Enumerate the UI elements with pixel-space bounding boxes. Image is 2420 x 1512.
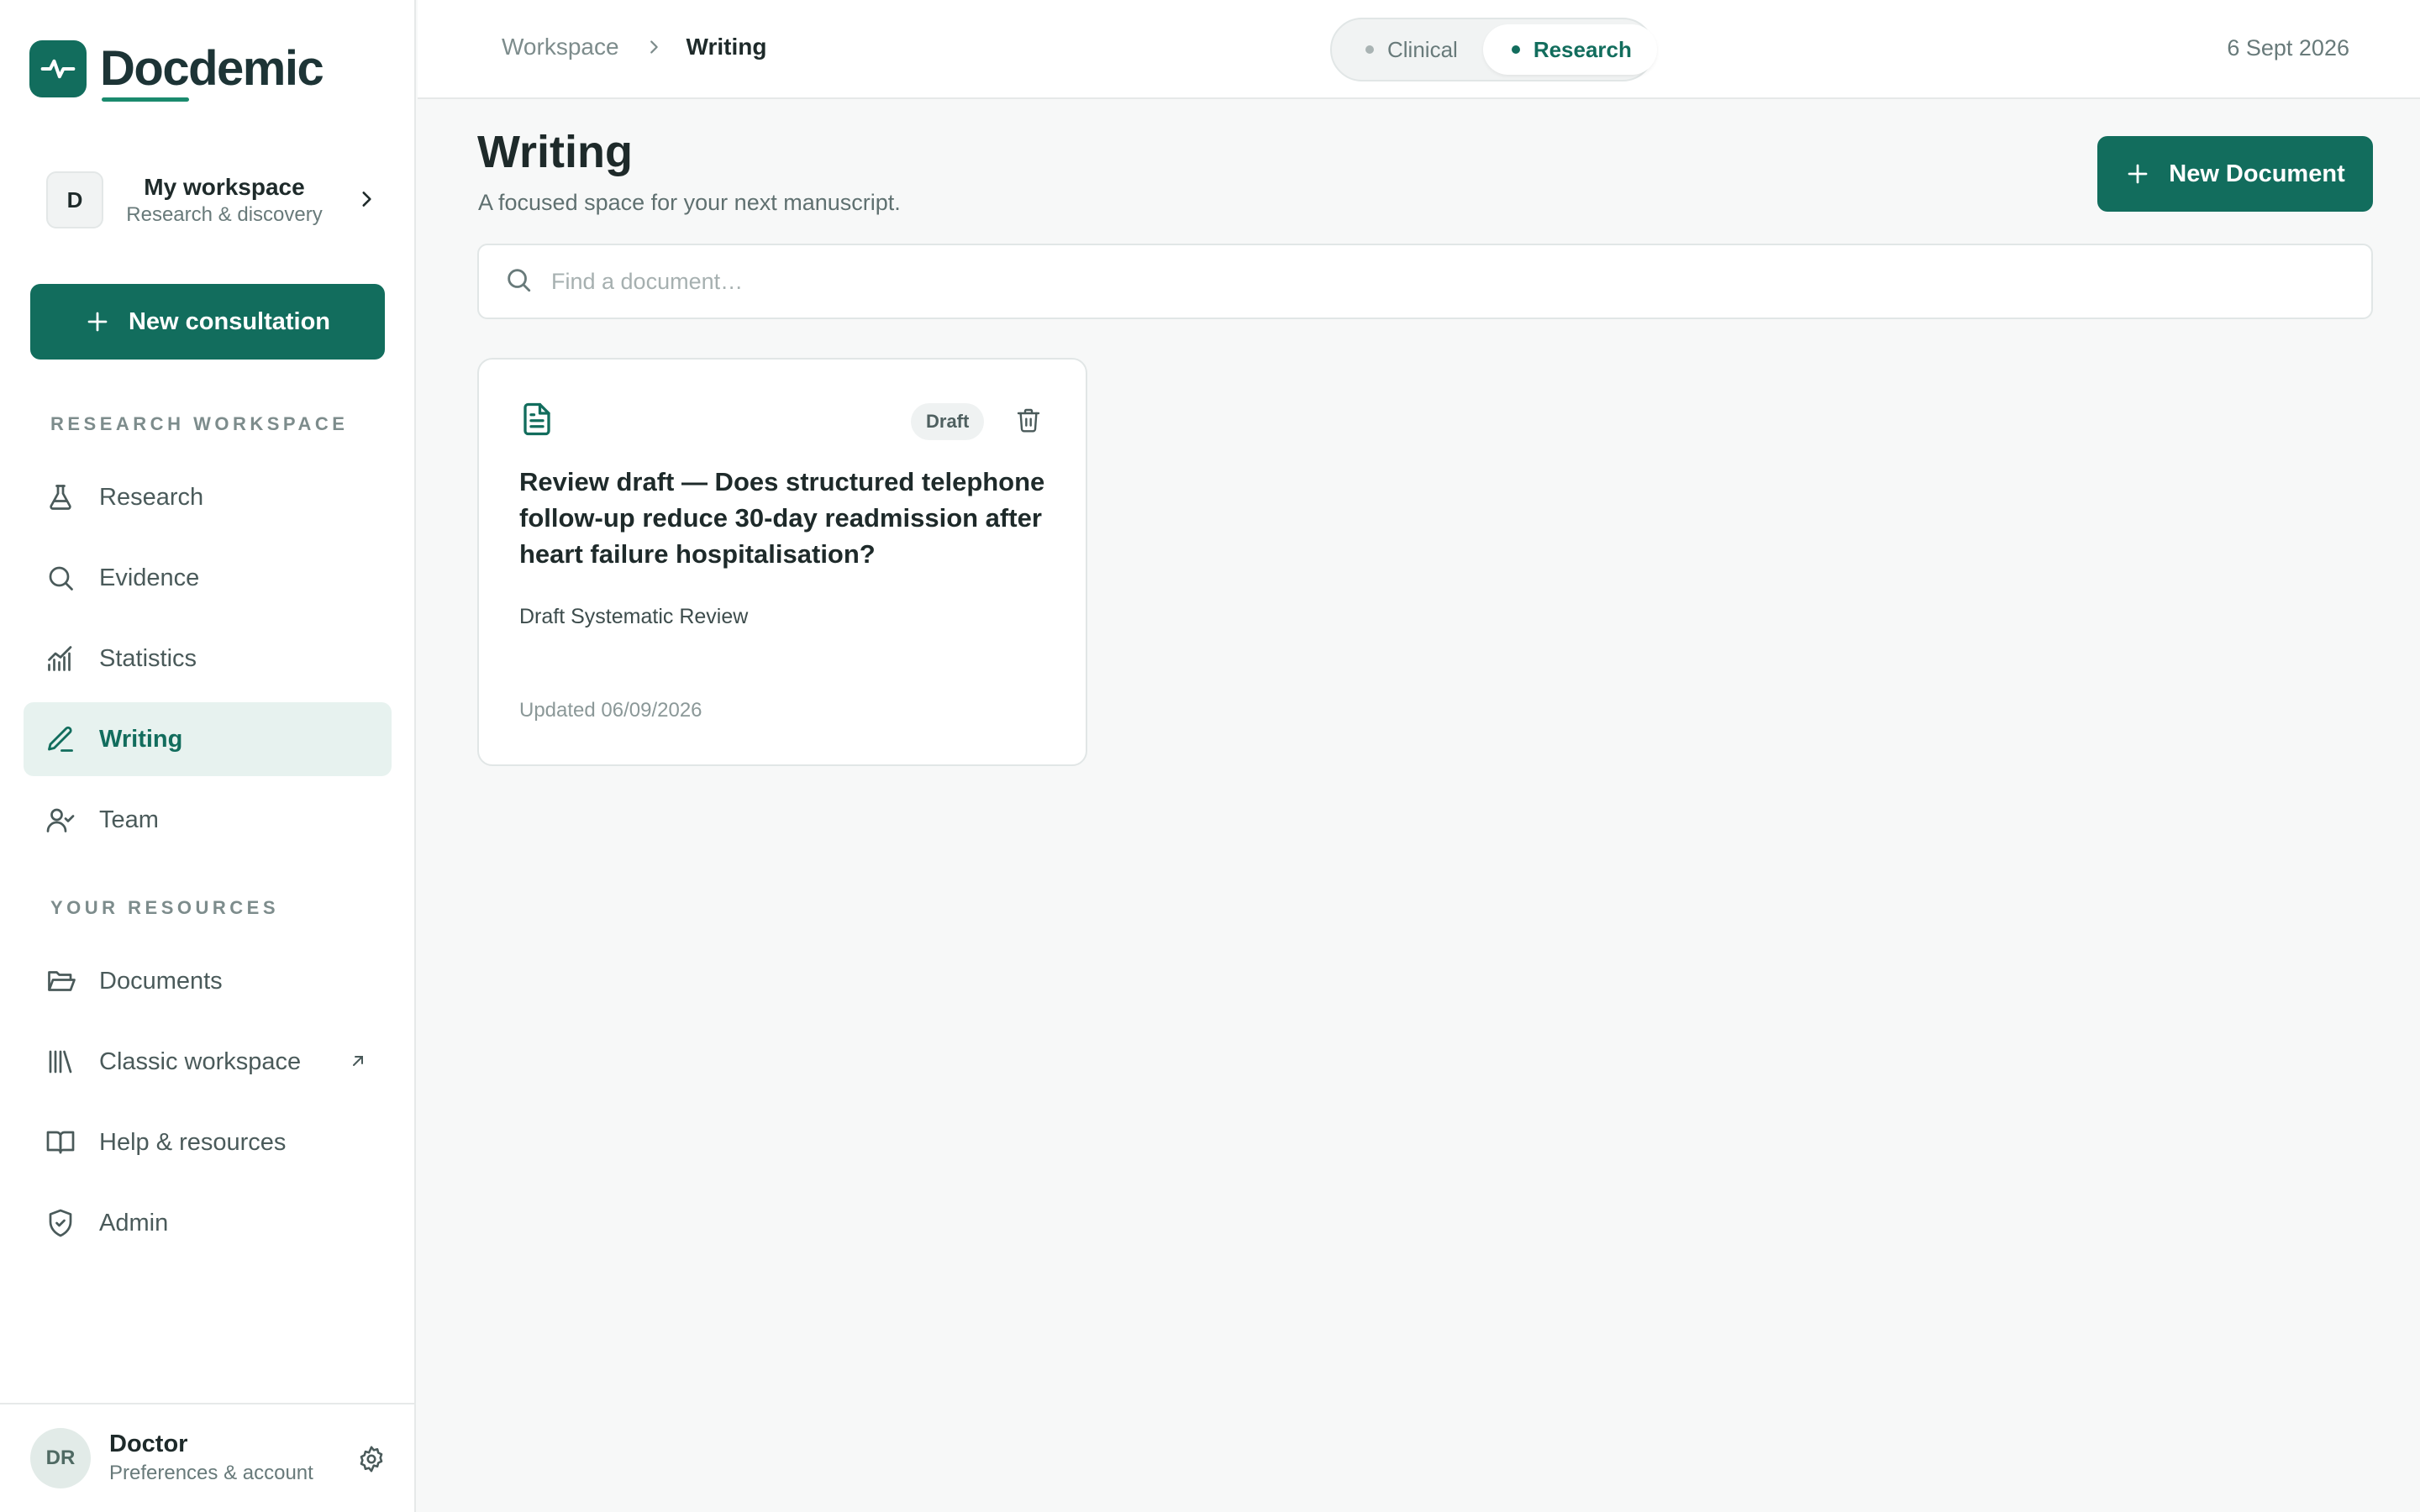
flask-icon xyxy=(44,480,77,514)
plus-icon xyxy=(2128,164,2148,184)
document-search xyxy=(477,244,2373,319)
sidebar-item-label: Documents xyxy=(99,967,223,995)
sidebar: Docdemic D My workspace Research & disco… xyxy=(0,0,416,1512)
sidebar-item-documents[interactable]: Documents xyxy=(24,944,392,1018)
mode-label: Clinical xyxy=(1387,36,1458,62)
new-document-label: New Document xyxy=(2169,160,2345,187)
workspace-avatar: D xyxy=(46,171,103,228)
top-bar: Workspace Writing Clinical Research 6 Se… xyxy=(418,0,2420,99)
current-date: 6 Sept 2026 xyxy=(2227,35,2349,60)
section-label-your-resources: YOUR RESOURCES xyxy=(50,897,280,918)
mode-label: Research xyxy=(1533,36,1632,62)
workspace-info: My workspace Research & discovery xyxy=(124,172,325,228)
mode-option-research[interactable]: Research xyxy=(1482,24,1657,75)
sidebar-item-team[interactable]: Team xyxy=(24,783,392,857)
chart-icon xyxy=(44,642,77,675)
section-label-research-workspace: RESEARCH WORKSPACE xyxy=(50,413,349,434)
sidebar-item-admin[interactable]: Admin xyxy=(24,1186,392,1260)
sidebar-item-label: Research xyxy=(99,483,204,511)
workspace-subtitle: Research & discovery xyxy=(126,203,323,226)
folder-icon xyxy=(44,964,77,998)
user-account[interactable]: DR Doctor Preferences & account xyxy=(0,1403,416,1512)
document-type: Draft Systematic Review xyxy=(519,605,749,628)
sidebar-item-label: Classic workspace xyxy=(99,1047,302,1075)
new-consultation-label: New consultation xyxy=(128,307,331,335)
status-badge: Draft xyxy=(911,403,985,440)
trash-icon[interactable] xyxy=(1012,403,1045,437)
search-icon xyxy=(44,561,77,595)
book-icon xyxy=(44,1126,77,1159)
workspace-name: My workspace xyxy=(144,174,305,200)
workspace-switcher[interactable]: D My workspace Research & discovery xyxy=(46,170,382,230)
user-name: Doctor xyxy=(109,1431,188,1457)
document-title: Review draft — Does structured telephone… xyxy=(519,467,1045,569)
document-icon xyxy=(519,402,555,441)
mode-option-clinical[interactable]: Clinical xyxy=(1337,24,1483,75)
breadcrumb: Workspace Writing xyxy=(502,34,766,60)
sidebar-item-classic-workspace[interactable]: Classic workspace xyxy=(24,1025,392,1099)
status-dot xyxy=(1365,45,1374,54)
shield-icon xyxy=(44,1206,77,1240)
app-root: Docdemic D My workspace Research & disco… xyxy=(0,0,2420,1512)
brand-name: Docdemic xyxy=(100,45,324,102)
user-info: Doctor Preferences & account xyxy=(109,1429,313,1488)
sidebar-item-writing[interactable]: Writing xyxy=(24,702,392,776)
sidebar-item-label: Writing xyxy=(99,725,183,753)
library-icon xyxy=(44,1045,77,1079)
pulse-icon xyxy=(29,40,87,97)
new-document-button[interactable]: New Document xyxy=(2097,136,2373,212)
external-link-icon xyxy=(348,1050,368,1078)
brand-name-text: Docdemic xyxy=(100,41,324,96)
sidebar-item-label: Admin xyxy=(99,1209,169,1236)
plus-icon xyxy=(87,312,108,332)
user-subtitle: Preferences & account xyxy=(109,1462,313,1484)
status-dot xyxy=(1511,45,1520,54)
brand-underline xyxy=(102,97,189,102)
chevron-right-icon xyxy=(355,188,377,214)
document-card[interactable]: Draft Review draft — Does structured tel… xyxy=(477,358,1087,766)
chevron-right-icon xyxy=(644,38,663,56)
pen-icon xyxy=(44,722,77,756)
brand-logo[interactable]: Docdemic xyxy=(29,40,324,102)
sidebar-item-label: Team xyxy=(99,806,159,833)
sidebar-item-evidence[interactable]: Evidence xyxy=(24,541,392,615)
gear-icon[interactable] xyxy=(357,1445,386,1478)
search-icon xyxy=(504,265,533,298)
breadcrumb-current: Writing xyxy=(686,34,767,60)
sidebar-item-research[interactable]: Research xyxy=(24,460,392,534)
sidebar-item-statistics[interactable]: Statistics xyxy=(24,622,392,696)
sidebar-item-help-resources[interactable]: Help & resources xyxy=(24,1105,392,1179)
mode-toggle: Clinical Research xyxy=(1330,18,1657,81)
sidebar-item-label: Evidence xyxy=(99,564,200,591)
search-input[interactable] xyxy=(551,268,2232,295)
sidebar-item-label: Help & resources xyxy=(99,1128,287,1156)
page-title: Writing xyxy=(477,127,633,177)
avatar: DR xyxy=(30,1428,91,1488)
document-updated: Updated 06/09/2026 xyxy=(519,699,702,722)
new-consultation-button[interactable]: New consultation xyxy=(30,284,385,360)
page-subtitle: A focused space for your next manuscript… xyxy=(478,190,901,215)
user-check-icon xyxy=(44,803,77,837)
sidebar-item-label: Statistics xyxy=(99,644,197,672)
breadcrumb-workspace[interactable]: Workspace xyxy=(502,34,619,60)
